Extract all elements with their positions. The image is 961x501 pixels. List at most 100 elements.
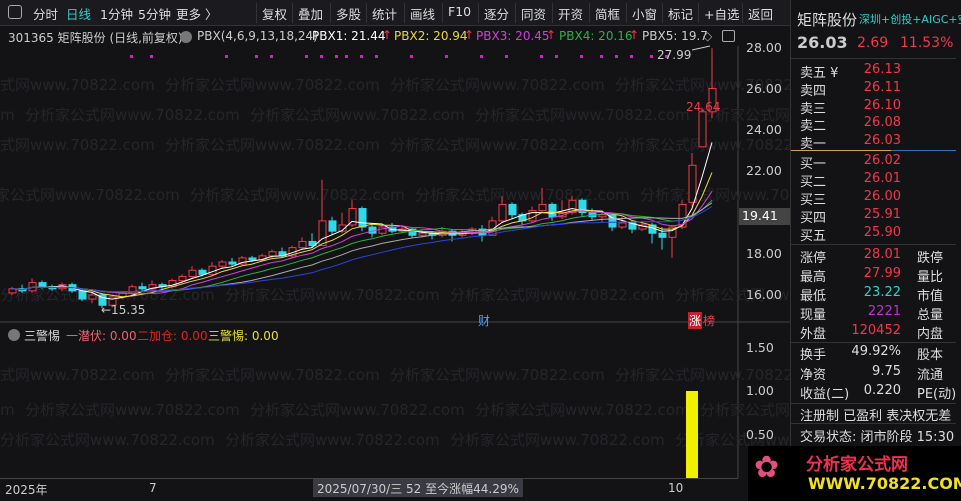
last-price: 26.03 [797, 33, 848, 52]
candle [28, 282, 37, 292]
stat-value: 27.99 [863, 266, 901, 281]
flower-icon: ✿ [754, 450, 780, 485]
stat-value: 120452 [851, 323, 901, 338]
stock-tags[interactable]: 深圳+创投+AIGC+空 [859, 11, 961, 27]
ask-row-value: 26.11 [863, 79, 901, 95]
candle [248, 257, 257, 261]
bid-row-label: 买三 [800, 193, 827, 208]
candle [548, 203, 557, 218]
stat-label: 现量 [800, 308, 827, 323]
indicator-bar [686, 391, 698, 478]
stat-value: 0.220 [863, 383, 901, 398]
stat-label: 外盘 [800, 327, 827, 342]
candle [358, 208, 367, 228]
ask-row-label: 卖三 [800, 101, 827, 117]
watermark: 分析家公式网www.70822.com [475, 106, 690, 124]
signal-dot [150, 55, 153, 58]
mid-label: 24.64 [686, 100, 721, 114]
signal-dot [305, 55, 308, 58]
signal-dot [615, 55, 618, 58]
watermark: 分析家公式网www.70822.com [390, 366, 605, 384]
trade-status: 交易状态: 闭市阶段 15:30 [800, 430, 955, 445]
candle [508, 203, 517, 216]
candle [688, 164, 697, 203]
stat-label: 量比 [917, 270, 944, 285]
chart-canvas[interactable]: 分析家公式网www.70822.com 分析家公式网www.70822.com 分析… [0, 0, 790, 478]
quote-panel: 矩阵股份 深圳+创投+AIGC+空 26.03 2.69 11.53% 卖五 ¥… [790, 0, 961, 501]
ask-row-value: 26.03 [863, 133, 901, 149]
bid-row-value: 25.90 [863, 225, 901, 240]
signal-dot [360, 55, 363, 58]
watermark: 分析家公式网www.70822.com [250, 401, 465, 419]
bid-row-value: 26.02 [863, 153, 901, 168]
watermark: 分析家公式网www.70822.com [450, 286, 665, 304]
stat-label: 涨停 [800, 251, 827, 266]
candle [198, 269, 207, 275]
finance-marker[interactable]: 财 [478, 312, 490, 329]
cursor-date: 2025/07/30/三 52 至今涨幅44.29% [313, 479, 523, 497]
watermark: 分析家公式网www.70822.com [390, 136, 605, 154]
year-label: 2025年 [5, 483, 48, 497]
logo-url: WWW.70822.COM [808, 474, 961, 493]
signal-dot [600, 55, 603, 58]
watermark: 分析家公式网www.70822.com [615, 366, 790, 384]
current-price-tag: 19.41 [739, 208, 790, 225]
high-pointer [691, 45, 711, 51]
ask-row-value: 26.10 [863, 97, 901, 113]
stat-label: 市值 [917, 289, 944, 304]
candle [38, 282, 47, 288]
candle [218, 261, 227, 267]
signal-dot [650, 55, 653, 58]
signal-dot [555, 55, 558, 58]
stat-value: 49.92% [851, 344, 901, 359]
stat-label: 最低 [800, 289, 827, 304]
high-label: 27.99 [657, 48, 692, 62]
stat-value: 28.01 [863, 247, 901, 262]
signal-dot [410, 55, 413, 58]
price-tick: 18.00 [746, 245, 782, 261]
watermark: 分析家公式网www.70822.com [0, 186, 180, 204]
rank-marker[interactable]: 榜 [703, 312, 715, 329]
signal-dot [580, 55, 583, 58]
watermark: 分析家公式网www.70822.com [225, 431, 440, 449]
watermark: 分析家公式网www.70822.com [0, 401, 15, 419]
signal-dot [320, 55, 323, 58]
indicator-l3: 三警惕: 0.00 [208, 329, 279, 343]
signal-dot [445, 55, 448, 58]
price-tick: 16.00 [746, 286, 782, 302]
bid-row-label: 买二 [800, 175, 827, 190]
month-label: 7 [149, 481, 157, 495]
watermark: 分析家公式网www.70822.com [190, 186, 405, 204]
candle [378, 226, 387, 234]
ask-row-value: 26.13 [863, 62, 901, 77]
price-tick: 26.00 [746, 81, 782, 97]
watermark: 分析家公式网www.70822.com [390, 76, 605, 94]
indicator-l2: 二加仓: 0.00 [137, 329, 208, 343]
candle [178, 275, 187, 282]
candle [418, 232, 427, 236]
signal-dot [480, 55, 483, 58]
signal-dot [505, 55, 508, 58]
candle [328, 220, 337, 232]
candle [538, 203, 547, 212]
indicator-dropdown-icon[interactable] [8, 329, 20, 341]
watermark: 分析家公式网www.70822.com [415, 186, 630, 204]
limit-up-marker[interactable]: 涨 [688, 312, 703, 329]
logo-title: 分析家公式网 [806, 455, 908, 475]
price-tick: 22.00 [746, 163, 782, 179]
candle [188, 269, 197, 277]
candle [88, 294, 97, 300]
candle [618, 222, 627, 228]
candle [138, 286, 147, 290]
low-label: ←15.35 [101, 303, 146, 317]
bid-row-label: 买一 [800, 157, 827, 172]
bid-row-label: 买四 [800, 211, 827, 226]
signal-dot [540, 55, 543, 58]
candle [268, 251, 277, 257]
month-label: 10 [668, 481, 684, 495]
stat-label: 跌停 [917, 251, 944, 266]
indicator-tick: 1.00 [746, 383, 774, 398]
watermark: 分析家公式网www.70822.com [165, 76, 380, 94]
stock-note: 注册制 已盈利 表决权无差 [800, 409, 952, 424]
indicator-title: 三警惕 [24, 329, 61, 343]
